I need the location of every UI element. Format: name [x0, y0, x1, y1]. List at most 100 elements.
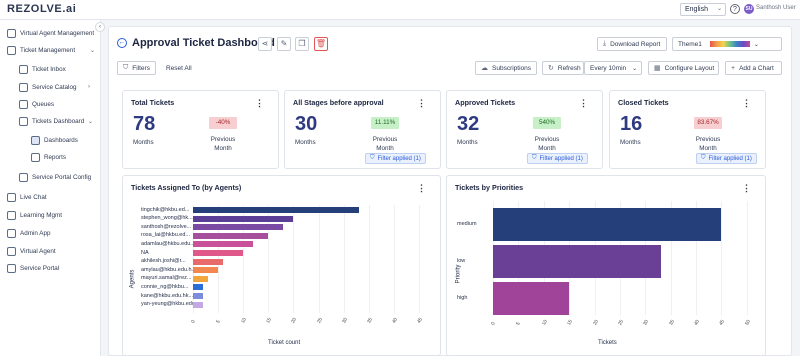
previous-line: Previous	[534, 136, 560, 143]
avatar[interactable]: SU	[744, 4, 754, 14]
chart-title: Tickets by Priorities	[455, 183, 524, 192]
reset-all-button[interactable]: Reset All	[161, 61, 195, 75]
sidebar-item-tickets-dashboard[interactable]: Tickets Dashboard ⌄	[19, 114, 93, 128]
chat-bot-icon	[7, 28, 16, 38]
kpi-previous-label: Previous Month	[531, 135, 563, 153]
chart-bar[interactable]	[193, 301, 204, 308]
gridline	[293, 205, 295, 313]
sidebar-item-label: Queues	[32, 100, 55, 108]
chart-bar[interactable]	[193, 267, 219, 274]
sidebar-item-label: Service Portal Config	[32, 173, 92, 181]
sidebar-item-dashboards[interactable]: Dashboards	[31, 133, 78, 147]
download-report-button[interactable]: ⤓ Download Report	[597, 37, 667, 51]
more-options-icon[interactable]: ⋮	[742, 98, 751, 109]
chart-bar[interactable]	[193, 258, 224, 265]
x-tick-label: 35	[366, 317, 374, 325]
kpi-value: 30	[295, 113, 318, 135]
y-category-label: low	[457, 258, 466, 264]
refresh-button[interactable]: ↻ Refresh	[542, 61, 584, 75]
edit-icon[interactable]: ✎	[277, 37, 291, 51]
collapse-sidebar-icon[interactable]: ‹	[95, 22, 105, 32]
y-category-label: yan-yeung@hkbu.edu...	[141, 301, 200, 308]
chart-bar[interactable]	[193, 215, 294, 222]
gridline	[368, 205, 370, 313]
subscriptions-label: Subscriptions	[492, 64, 532, 72]
chart-bar[interactable]	[493, 282, 570, 315]
sidebar-item-label: Service Catalog	[32, 83, 77, 91]
y-category-label: mayuri.samal@rez...	[141, 275, 192, 282]
sidebar-item-label: Admin App	[20, 229, 51, 237]
sidebar-item-live-chat[interactable]: Live Chat	[7, 190, 47, 204]
chart-bar[interactable]	[193, 293, 204, 299]
x-tick-label: 40	[391, 317, 399, 325]
filter-applied-chip[interactable]: ⛉ Filter applied (1)	[527, 153, 588, 164]
sidebar-item-reports[interactable]: Reports	[31, 150, 66, 164]
sidebar-item-virtual-agent-management[interactable]: Virtual Agent Management	[7, 26, 94, 40]
chart-bar[interactable]	[193, 250, 244, 256]
portal-icon	[7, 263, 16, 273]
sidebar-item-label: Reports	[44, 153, 67, 161]
chart-bar[interactable]	[193, 241, 254, 248]
kpi-card-all-stages: All Stages before approval ⋮ 30 Months 1…	[284, 90, 441, 169]
sidebar-item-ticket-inbox[interactable]: Ticket Inbox	[19, 62, 66, 76]
plus-icon: +	[731, 64, 736, 72]
chart-bar[interactable]	[493, 208, 722, 241]
download-report-label: Download Report	[610, 40, 661, 48]
theme-select[interactable]: Theme1 ⌄	[672, 37, 782, 51]
live-chat-icon	[7, 192, 16, 202]
config-icon	[19, 172, 28, 182]
chart-card-tickets-by-priorities: Tickets by Priorities ⋮ Priority Tickets…	[446, 175, 766, 356]
chevron-down-icon: ⌄	[716, 6, 722, 12]
chart-bar[interactable]	[193, 207, 359, 213]
x-tick-label: 50	[744, 319, 752, 327]
reset-all-label: Reset All	[166, 64, 192, 72]
help-circle-icon[interactable]: ?	[730, 4, 740, 14]
more-options-icon[interactable]: ⋮	[417, 183, 426, 194]
chart-bar[interactable]	[193, 275, 209, 282]
dashboard-icon	[19, 116, 28, 126]
user-name[interactable]: Santhosh User	[756, 5, 796, 11]
kpi-value: 32	[457, 113, 480, 135]
configure-layout-button[interactable]: ▦ Configure Layout	[648, 61, 719, 75]
app-logo[interactable]: REZOLVE.ai	[7, 3, 76, 15]
more-options-icon[interactable]: ⋮	[255, 98, 264, 109]
more-options-icon[interactable]: ⋮	[742, 183, 751, 194]
copy-icon[interactable]: ❐	[295, 37, 309, 51]
add-chart-button[interactable]: + Add a Chart	[725, 61, 782, 75]
language-select[interactable]: English ⌄	[680, 3, 726, 16]
language-value: English	[685, 6, 708, 13]
kpi-card-approved-tickets: Approved Tickets ⋮ 32 Months 540% Previo…	[446, 90, 603, 169]
grid-icon	[31, 135, 40, 145]
more-options-icon[interactable]: ⋮	[417, 98, 426, 109]
filter-applied-chip[interactable]: ⛉ Filter applied (1)	[365, 153, 426, 164]
more-options-icon[interactable]: ⋮	[579, 98, 588, 109]
delete-icon[interactable]: 🗑	[314, 37, 328, 51]
filter-applied-chip[interactable]: ⛉ Filter applied (1)	[696, 153, 757, 164]
sidebar-item-service-portal-config[interactable]: Service Portal Config	[19, 170, 91, 184]
sidebar-item-admin-app[interactable]: Admin App	[7, 226, 50, 240]
sidebar-item-service-portal[interactable]: Service Portal	[7, 261, 59, 275]
back-arrow-icon[interactable]: ←	[117, 38, 127, 48]
filters-button[interactable]: ⛉ Filters	[117, 61, 156, 75]
gridline	[721, 201, 723, 315]
chart-bar[interactable]	[193, 224, 284, 231]
share-icon[interactable]: ⋖	[258, 37, 272, 51]
gridline	[393, 205, 395, 313]
x-tick-label: 0	[191, 319, 197, 325]
chart-bar[interactable]	[493, 245, 661, 278]
sidebar-item-learning-mgmt[interactable]: Learning Mgmt	[7, 208, 62, 222]
x-tick-label: 10	[541, 319, 549, 327]
kpi-title: Total Tickets	[131, 98, 175, 107]
sidebar-item-queues[interactable]: Queues	[19, 97, 54, 111]
chart-bar[interactable]	[193, 284, 204, 291]
sidebar-item-virtual-agent[interactable]: Virtual Agent	[7, 244, 56, 258]
refresh-interval-select[interactable]: Every 10min ⌄	[584, 61, 642, 75]
sidebar-item-service-catalog[interactable]: Service Catalog ›	[19, 80, 90, 94]
chart-bar[interactable]	[193, 232, 269, 239]
gridline	[318, 205, 320, 313]
sidebar-item-ticket-management[interactable]: Ticket Management ⌄	[7, 43, 95, 57]
page-title: Approval Ticket Dashboard	[132, 37, 275, 49]
x-tick-label: 35	[668, 319, 676, 327]
subscriptions-button[interactable]: ☁ Subscriptions	[475, 61, 537, 75]
previous-line: Previous	[695, 136, 721, 143]
